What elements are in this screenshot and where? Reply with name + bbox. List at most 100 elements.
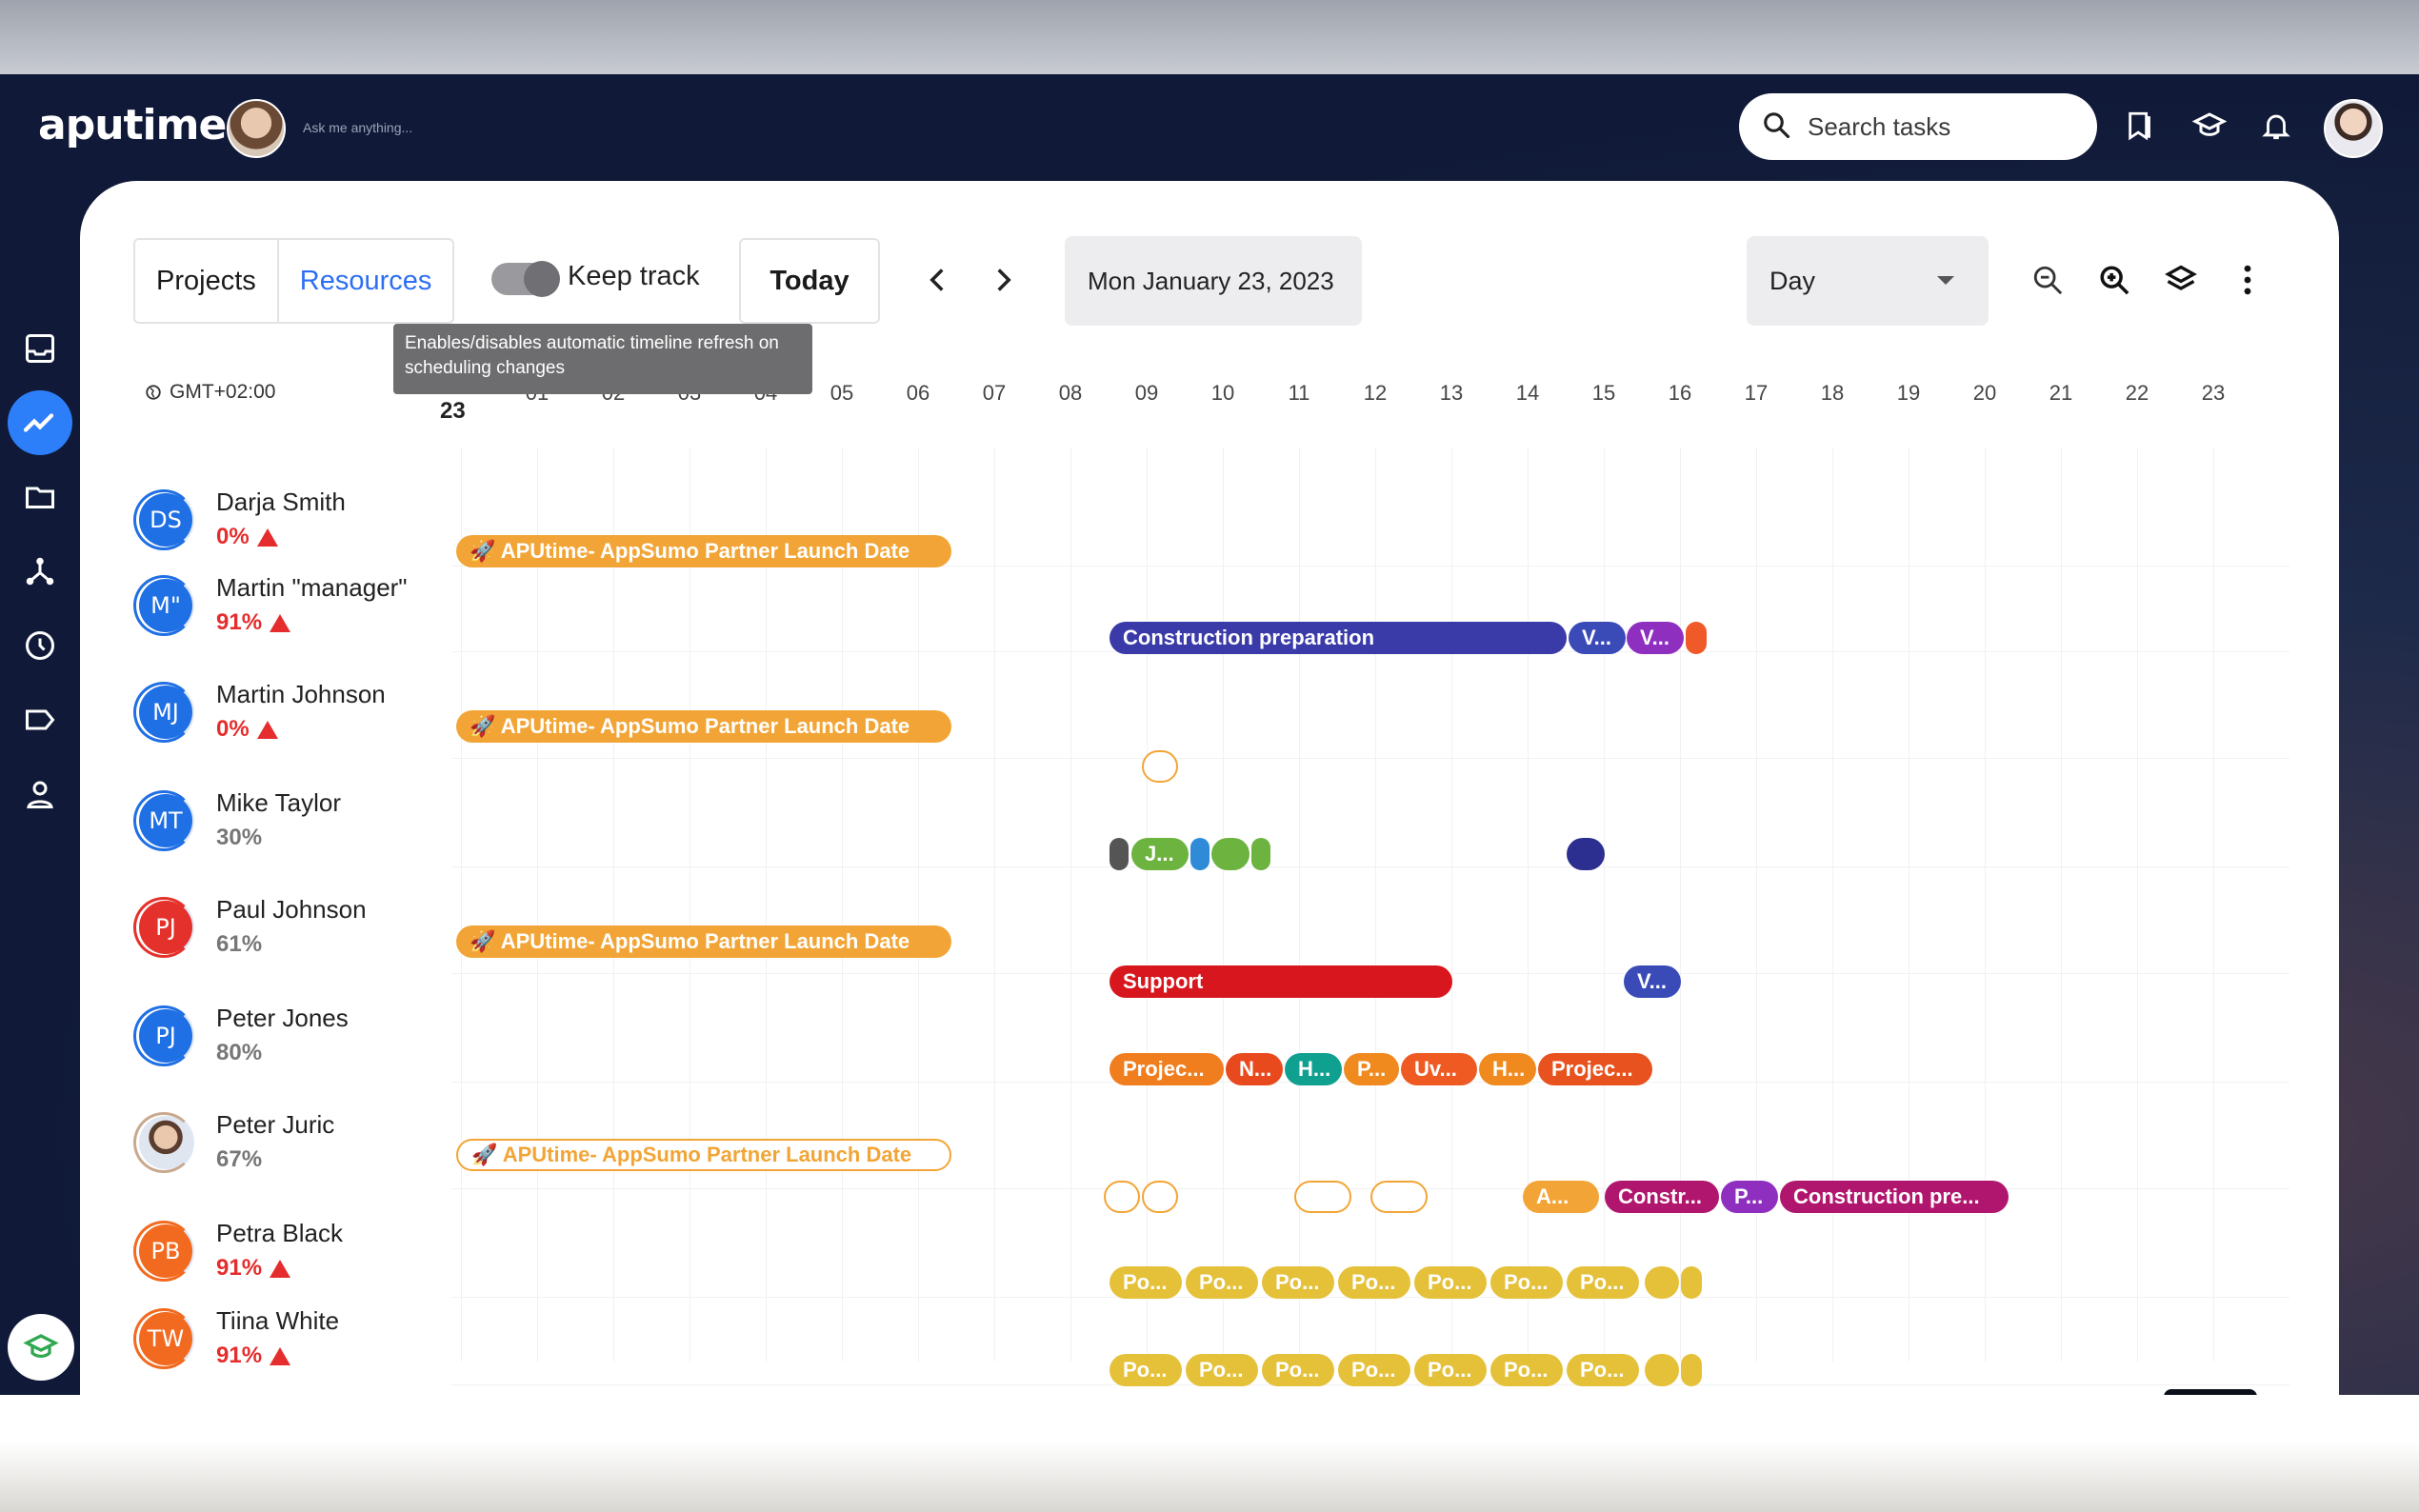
task-bar[interactable]: Po... [1414, 1354, 1487, 1386]
timeline-icon[interactable] [17, 400, 63, 446]
task-bar[interactable]: V... [1627, 622, 1684, 654]
task-bar[interactable]: 🚀 APUtime- AppSumo Partner Launch Date [456, 710, 951, 743]
resource-name[interactable]: Peter Juric [216, 1110, 334, 1140]
task-bar[interactable] [1142, 750, 1178, 783]
task-bar[interactable]: Construction pre... [1780, 1181, 2009, 1213]
task-bar[interactable] [1681, 1354, 1702, 1386]
task-bar[interactable]: P... [1344, 1053, 1399, 1085]
bookmark-icon[interactable] [2118, 103, 2164, 149]
resource-name[interactable]: Mike Taylor [216, 788, 341, 818]
task-bar[interactable]: Po... [1490, 1354, 1563, 1386]
task-bar[interactable] [1211, 838, 1249, 870]
task-bar[interactable]: 🚀 APUtime- AppSumo Partner Launch Date [456, 1139, 951, 1171]
task-bar[interactable]: H... [1479, 1053, 1536, 1085]
task-bar[interactable]: Uv... [1401, 1053, 1477, 1085]
resource-name[interactable]: Martin "manager" [216, 573, 408, 603]
resource-avatar[interactable]: PB [139, 1224, 192, 1278]
resource-name[interactable]: Tiina White [216, 1306, 339, 1336]
warning-icon [270, 1259, 291, 1278]
chevron-right-icon[interactable] [985, 261, 1023, 299]
resource-name[interactable]: Peter Jones [216, 1004, 349, 1033]
resource-utilization-row: 61% [216, 931, 262, 958]
task-bar[interactable] [1567, 838, 1605, 870]
academy-icon[interactable] [2187, 103, 2232, 149]
task-bar[interactable]: Constr... [1605, 1181, 1719, 1213]
view-select[interactable]: Day [1747, 236, 1989, 326]
resource-avatar[interactable]: PJ [139, 901, 192, 954]
user-avatar[interactable] [2324, 99, 2383, 158]
zoom-in-icon[interactable] [2093, 259, 2135, 301]
person-icon[interactable] [17, 771, 63, 817]
task-bar[interactable] [1104, 1181, 1140, 1213]
task-bar[interactable]: Po... [1567, 1354, 1639, 1386]
resource-utilization: 30% [216, 825, 263, 850]
task-bar[interactable]: Projec... [1538, 1053, 1652, 1085]
task-bar[interactable]: Projec... [1110, 1053, 1224, 1085]
clock-icon[interactable] [17, 623, 63, 668]
task-bar[interactable] [1251, 838, 1270, 870]
resource-avatar[interactable] [139, 1116, 192, 1169]
task-bar[interactable]: Po... [1567, 1266, 1639, 1299]
academy-help-button[interactable] [8, 1314, 74, 1381]
today-button[interactable]: Today [739, 238, 880, 324]
resource-name[interactable]: Petra Black [216, 1219, 343, 1248]
ask-input[interactable]: Ask me anything... [303, 120, 412, 135]
resource-avatar[interactable]: MJ [139, 686, 192, 739]
task-bar[interactable]: Po... [1262, 1354, 1334, 1386]
task-bar[interactable]: Po... [1414, 1266, 1487, 1299]
bell-icon[interactable] [2253, 103, 2299, 149]
task-bar[interactable]: Po... [1110, 1266, 1182, 1299]
task-bar[interactable]: Po... [1490, 1266, 1563, 1299]
assistant-avatar[interactable] [227, 99, 286, 158]
task-bar[interactable]: Construction preparation [1110, 622, 1567, 654]
task-bar[interactable] [1645, 1266, 1679, 1299]
tab-resources[interactable]: Resources [276, 240, 453, 322]
task-bar[interactable] [1190, 838, 1210, 870]
task-bar[interactable]: Po... [1110, 1354, 1182, 1386]
task-bar[interactable]: N... [1226, 1053, 1283, 1085]
task-bar[interactable] [1686, 622, 1707, 654]
task-bar[interactable] [1142, 1181, 1178, 1213]
task-bar[interactable] [1294, 1181, 1351, 1213]
task-bar[interactable]: V... [1569, 622, 1626, 654]
layers-icon[interactable] [2160, 259, 2202, 301]
tag-icon[interactable] [17, 697, 63, 743]
folder-icon[interactable] [17, 474, 63, 520]
inbox-icon[interactable] [17, 326, 63, 371]
task-bar[interactable]: 🚀 APUtime- AppSumo Partner Launch Date [456, 535, 951, 567]
task-bar[interactable]: Po... [1338, 1266, 1410, 1299]
resource-avatar[interactable]: MT [139, 794, 192, 847]
task-bar[interactable]: H... [1285, 1053, 1342, 1085]
date-picker[interactable]: Mon January 23, 2023 [1065, 236, 1362, 326]
resource-avatar[interactable]: PJ [139, 1009, 192, 1063]
task-bar[interactable]: V... [1624, 965, 1681, 998]
task-bar[interactable]: J... [1131, 838, 1189, 870]
network-icon[interactable] [17, 548, 63, 594]
resource-avatar[interactable]: TW [139, 1312, 192, 1365]
resource-avatar[interactable]: DS [139, 493, 192, 547]
search-tasks-box[interactable]: Search tasks [1739, 93, 2097, 160]
task-bar[interactable] [1110, 838, 1129, 870]
hour-label: 10 [1210, 381, 1235, 405]
task-bar[interactable]: P... [1721, 1181, 1778, 1213]
hour-label: 13 [1439, 381, 1464, 405]
task-bar[interactable]: Po... [1338, 1354, 1410, 1386]
task-bar[interactable] [1370, 1181, 1428, 1213]
zoom-out-icon[interactable] [2027, 259, 2069, 301]
task-bar[interactable] [1645, 1354, 1679, 1386]
resource-name[interactable]: Paul Johnson [216, 895, 367, 925]
tab-projects[interactable]: Projects [135, 240, 277, 322]
task-bar[interactable]: 🚀 APUtime- AppSumo Partner Launch Date [456, 925, 951, 958]
task-bar[interactable]: Support [1110, 965, 1452, 998]
day-label: 23 [440, 398, 466, 424]
resource-name[interactable]: Martin Johnson [216, 680, 386, 709]
task-bar[interactable]: Po... [1186, 1354, 1258, 1386]
more-menu-icon[interactable] [2227, 259, 2269, 301]
task-bar[interactable]: Po... [1262, 1266, 1334, 1299]
chevron-left-icon[interactable] [918, 261, 956, 299]
resource-avatar[interactable]: M" [139, 579, 192, 632]
task-bar[interactable]: Po... [1186, 1266, 1258, 1299]
task-bar[interactable] [1681, 1266, 1702, 1299]
resource-name[interactable]: Darja Smith [216, 487, 346, 517]
task-bar[interactable]: A... [1523, 1181, 1599, 1213]
